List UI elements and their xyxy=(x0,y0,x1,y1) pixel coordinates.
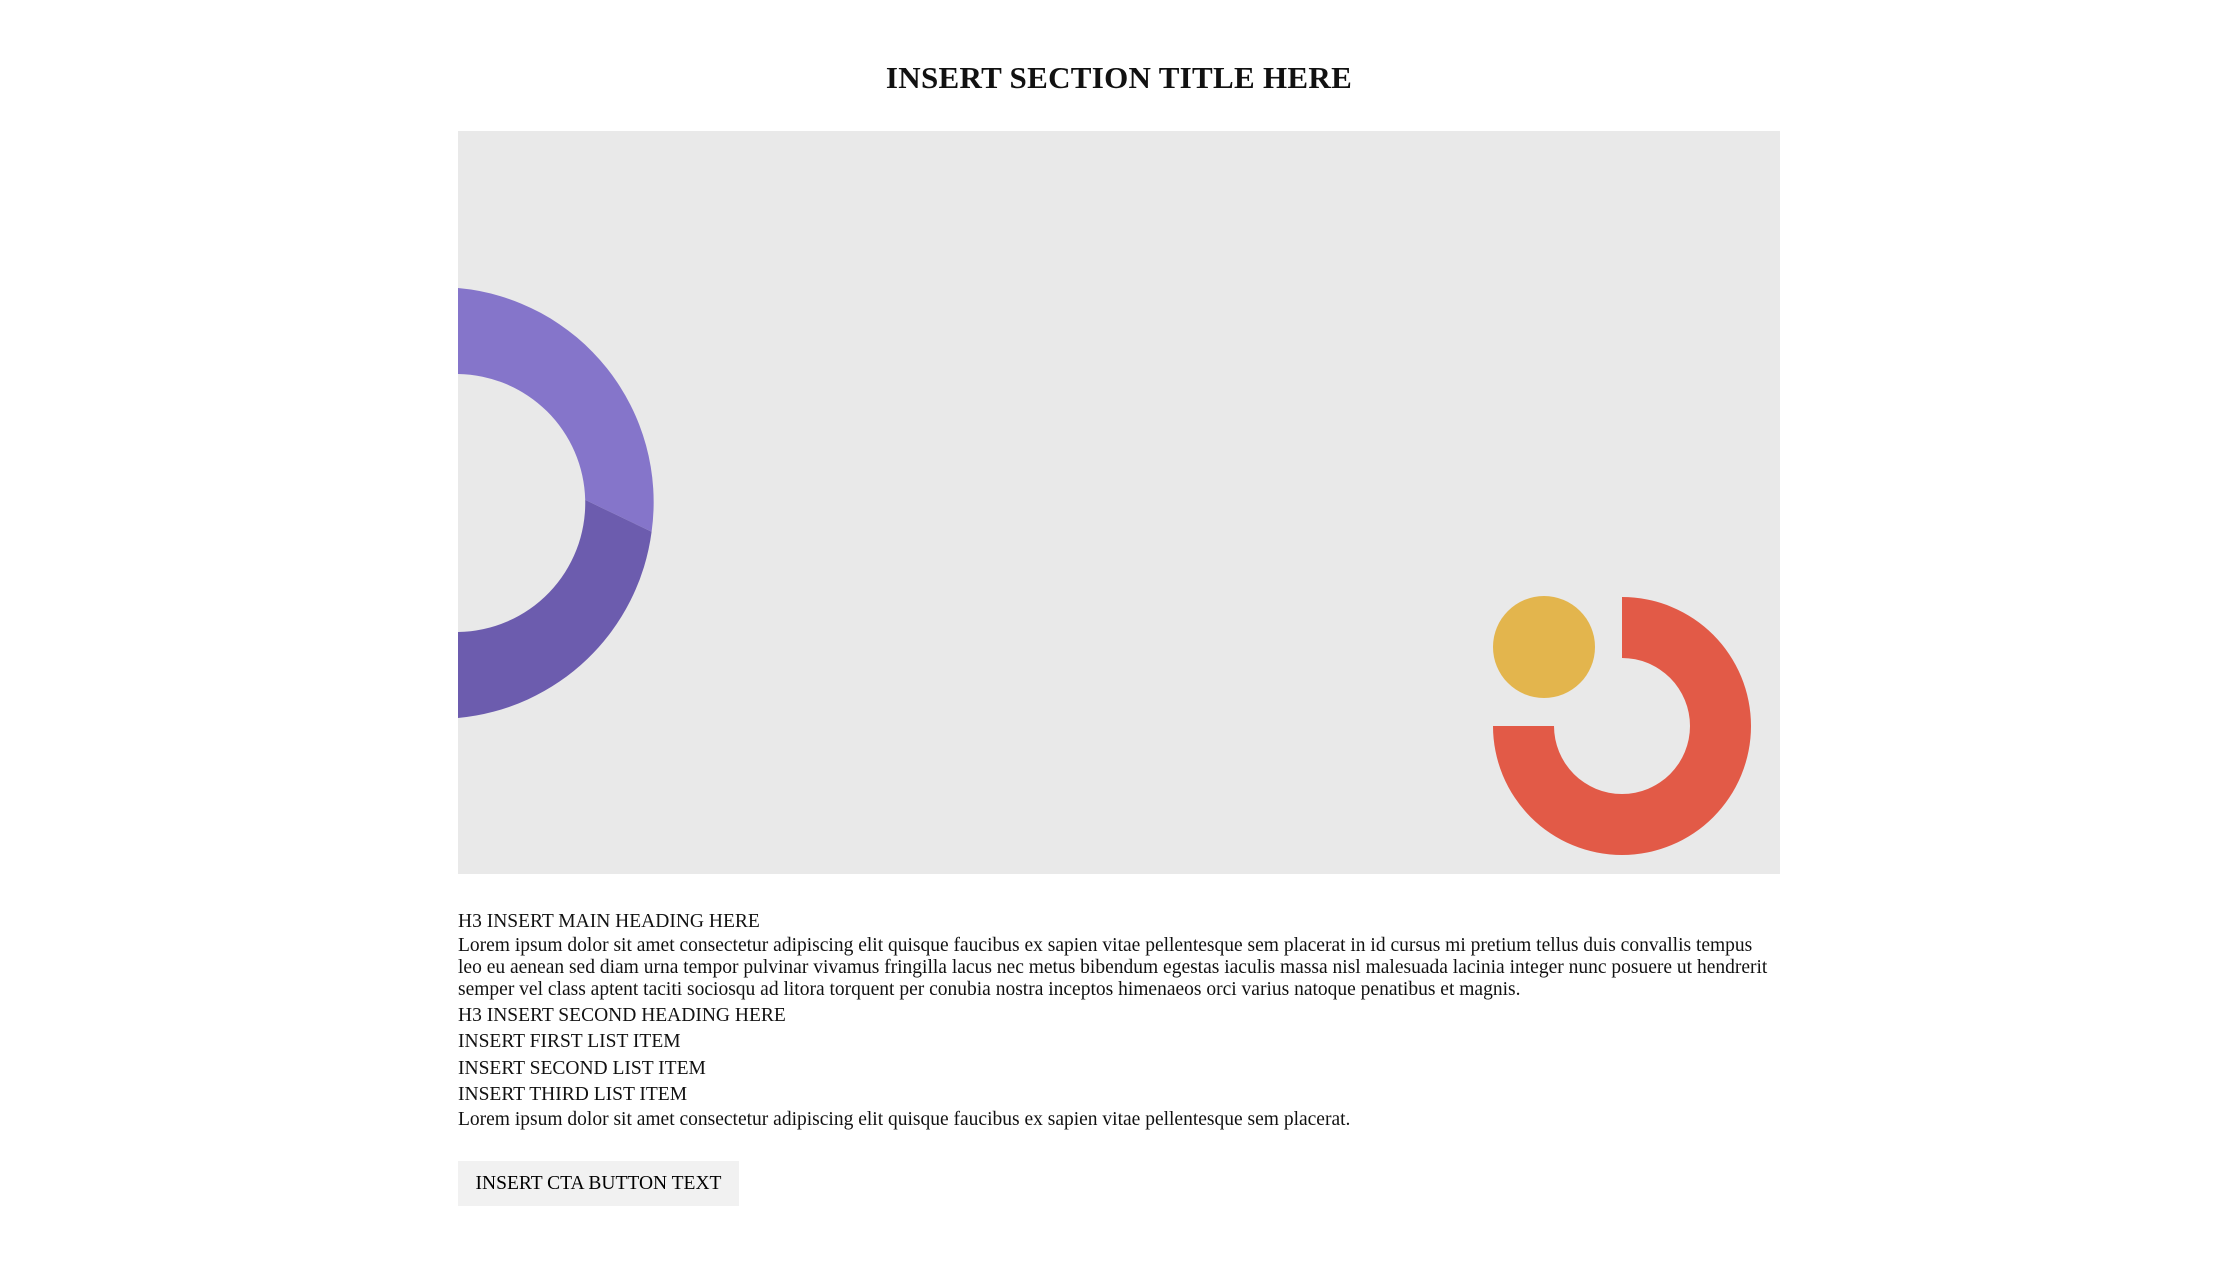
cta-button[interactable]: INSERT CTA BUTTON TEXT xyxy=(458,1161,739,1206)
list-item: INSERT FIRST LIST ITEM xyxy=(458,1031,681,1052)
yellow-circle-decoration xyxy=(1493,596,1595,698)
main-heading: H3 INSERT MAIN HEADING HERE xyxy=(458,911,760,932)
section-title: INSERT SECTION TITLE HERE xyxy=(885,60,1353,95)
list-item: INSERT SECOND LIST ITEM xyxy=(458,1057,706,1079)
purple-donut-upper-segment xyxy=(458,288,654,532)
list-item: INSERT THIRD LIST ITEM xyxy=(458,1084,688,1105)
bullet-list: INSERT FIRST LIST ITEM INSERT SECOND LIS… xyxy=(458,1029,1780,1109)
closing-paragraph: Lorem ipsum dolor sit amet consectetur a… xyxy=(458,1108,1351,1130)
content-body: H3 INSERT MAIN HEADING HERE Lorem ipsum … xyxy=(458,908,1780,1131)
hero-illustration xyxy=(458,288,1751,855)
second-heading: H3 INSERT SECOND HEADING HERE xyxy=(458,1005,786,1026)
hero-image xyxy=(458,131,1780,874)
purple-donut-decoration xyxy=(458,288,654,718)
intro-paragraph: Lorem ipsum dolor sit amet consectetur a… xyxy=(458,935,1768,1000)
purple-donut-lower-segment xyxy=(458,499,652,718)
page: INSERT SECTION TITLE HERE H3 INSERT MAIN… xyxy=(0,0,2238,1282)
